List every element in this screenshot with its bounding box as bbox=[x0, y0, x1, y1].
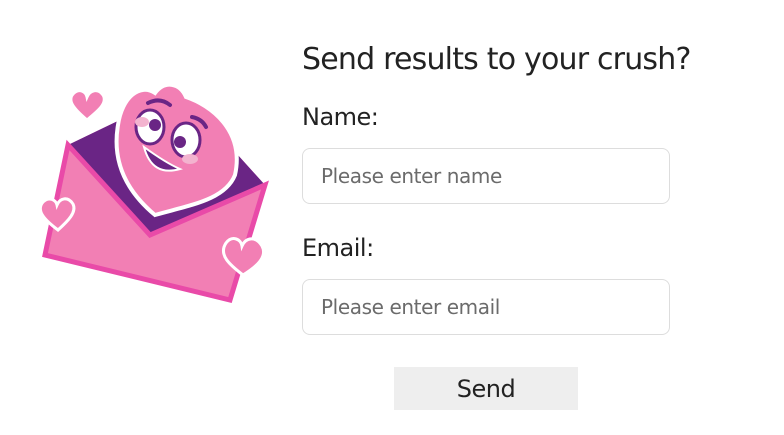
heart-character-icon bbox=[114, 82, 239, 218]
email-label: Email: bbox=[302, 234, 374, 262]
small-heart-icon bbox=[69, 89, 106, 122]
send-results-form: Send results to your crush? Name: Email: bbox=[302, 38, 691, 335]
send-button[interactable]: Send bbox=[394, 367, 578, 410]
name-label: Name: bbox=[302, 103, 379, 131]
love-letter-heart-illustration bbox=[38, 82, 269, 303]
name-input[interactable] bbox=[302, 148, 670, 204]
send-results-page: Send results to your crush? Name: Email:… bbox=[0, 0, 784, 435]
form-title: Send results to your crush? bbox=[302, 42, 691, 77]
email-input[interactable] bbox=[302, 279, 670, 335]
